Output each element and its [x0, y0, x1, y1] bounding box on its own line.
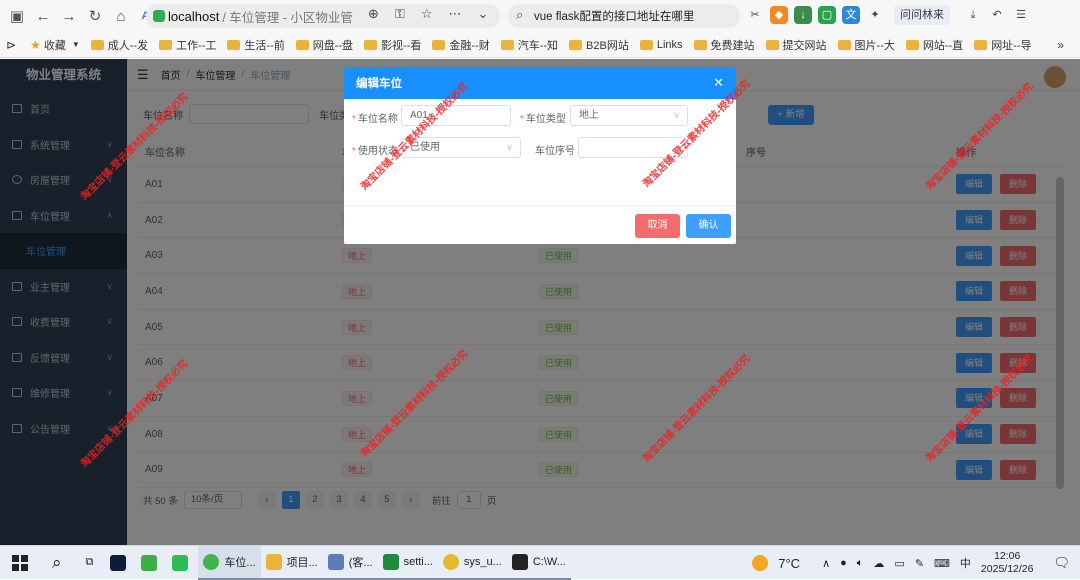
cloud-icon[interactable]: ☁︎ [873, 557, 884, 570]
bookmark-star-icon[interactable]: ☆ [421, 6, 433, 22]
address-title: / 车位管理 - 小区物业管 [222, 10, 353, 25]
wechat-icon[interactable] [167, 546, 198, 580]
search-query: vue flask配置的接口地址在哪里 [534, 11, 695, 23]
clock-date: 2025/12/26 [980, 563, 1034, 575]
address-host: localhost [168, 8, 220, 24]
taskbar-app-folder[interactable]: 项目... [260, 546, 323, 580]
taskbar-app-client[interactable]: (客... [322, 546, 378, 580]
folder-icon [569, 39, 583, 50]
back-icon[interactable]: ← [30, 8, 56, 25]
bookmark-folder[interactable]: 工作--工 [159, 37, 216, 53]
dialog-header: 编辑车位 ✕ [344, 67, 736, 99]
bookmark-folder[interactable]: 影视--看 [364, 37, 421, 53]
bookmark-folder[interactable]: 免费建站 [693, 37, 755, 53]
folder-icon [90, 39, 104, 50]
bookmarks-overflow-icon[interactable]: » [1057, 38, 1064, 52]
photoshop-icon[interactable] [105, 546, 136, 580]
weather-temp[interactable]: 7°C [778, 556, 800, 571]
bookmarks-bar: ⊳ ★ 收藏 ▼ 成人--发 工作--工 生活--前 网盘--盘 影视--看 金融-… [0, 32, 1080, 58]
bookmark-folder[interactable]: 金融--财 [432, 37, 490, 53]
task-view-icon[interactable]: ⧉ [74, 546, 106, 580]
forward-icon[interactable]: → [56, 8, 82, 25]
reload-icon[interactable]: ↻ [82, 7, 108, 25]
app-icon[interactable] [136, 546, 167, 580]
dialog-title: 编辑车位 [356, 78, 402, 90]
bookmark-favorites[interactable]: ★ 收藏 ▼ [30, 37, 80, 53]
bookmark-folder[interactable]: 网盘--盘 [295, 37, 353, 53]
key-icon[interactable]: ⚿ [395, 6, 405, 22]
chevron-down-icon: ∨ [673, 110, 680, 120]
scissors-icon[interactable]: ✂ [746, 6, 764, 24]
folder-icon [905, 39, 919, 50]
notification-icon[interactable]: 🗨︎ [1053, 555, 1070, 571]
more-icon[interactable]: ⋯ [448, 6, 461, 22]
windows-logo [12, 554, 28, 571]
cancel-button[interactable]: 取消 [635, 214, 680, 238]
folder-icon [295, 39, 309, 50]
secure-icon [153, 10, 165, 22]
folder-icon [639, 39, 653, 50]
folder-icon [227, 39, 241, 50]
ime-indicator[interactable]: 中 [960, 555, 971, 571]
folder-icon [432, 39, 446, 50]
bookmark-folder[interactable]: 网站--直 [905, 37, 963, 53]
qq-icon[interactable]: ● [840, 557, 847, 569]
taskbar: ⌕ ⧉ 车位... 项目... (客... setti... sys_u... … [0, 545, 1080, 580]
translate-extension-icon[interactable]: 文 [842, 6, 860, 24]
chevron-down-icon: ∨ [506, 142, 513, 152]
folder-icon [500, 39, 514, 50]
fox-extension-icon[interactable]: ◆ [770, 6, 788, 24]
home-icon[interactable]: ⌂ [108, 8, 134, 25]
bookmark-folder[interactable]: 生活--前 [227, 37, 285, 53]
download-icon[interactable]: ⤓ [964, 6, 982, 24]
bookmark-folder[interactable]: 网址--导 [974, 37, 1032, 53]
search-box[interactable]: ⌕ vue flask配置的接口地址在哪里 [508, 4, 740, 28]
undo-icon[interactable]: ↶ [988, 6, 1006, 24]
order-label: 车位序号 [535, 146, 575, 157]
folder-icon [364, 39, 378, 50]
chevron-up-icon[interactable]: ∧ [822, 557, 830, 570]
folder-icon [693, 39, 707, 50]
type-select[interactable]: 地上 ∨ [570, 105, 688, 126]
download-extension-icon[interactable]: ↓ [794, 6, 812, 24]
keyboard-icon[interactable]: ⌨ [934, 557, 950, 570]
sidebar-toggle-icon[interactable]: ▣ [4, 7, 30, 25]
volume-icon[interactable]: 🔈︎ [857, 557, 864, 570]
confirm-button[interactable]: 确认 [686, 214, 731, 238]
folder-icon [159, 39, 173, 50]
zoom-icon[interactable]: ⊕ [368, 6, 379, 22]
bookmark-folder[interactable]: 汽车--知 [500, 37, 558, 53]
star-icon: ★ [30, 37, 41, 52]
wenwen-button[interactable]: 问问林来 [894, 5, 950, 25]
clock-time: 12:06 [994, 550, 1021, 562]
bookmarks-sidebar-icon[interactable]: ⊳ [6, 38, 16, 52]
taskbar-app-cmd[interactable]: C:\W... [506, 546, 571, 580]
windows-start-icon[interactable] [0, 546, 40, 580]
search-icon[interactable]: ⌕ [40, 546, 74, 580]
bookmark-folder[interactable]: B2B网站 [569, 37, 629, 53]
pen-icon[interactable]: ✎ [915, 557, 924, 570]
chat-extension-icon[interactable]: ▢ [818, 6, 836, 24]
name-label: * 车位名称 [352, 114, 398, 125]
taskbar-app-pycharm[interactable]: setti... [377, 546, 438, 580]
chevron-down-icon[interactable]: ⌄ [477, 6, 488, 22]
folder-icon [974, 39, 988, 50]
taskbar-app-navicat[interactable]: sys_u... [437, 546, 507, 580]
taskbar-app-browser[interactable]: 车位... [198, 545, 261, 580]
bookmark-folder[interactable]: 成人--发 [90, 37, 148, 53]
close-icon[interactable]: ✕ [713, 75, 724, 91]
clock[interactable]: 12:06 2025/12/26 [981, 550, 1034, 576]
bookmark-folder[interactable]: Links [639, 39, 683, 51]
folder-icon [837, 39, 851, 50]
system-tray: 7°C ∧ ● 🔈︎ ☁︎ ▭ ✎ ⌨ 中 12:06 2025/12/26 🗨… [752, 546, 1080, 580]
puzzle-icon[interactable]: ✦ [866, 6, 884, 24]
type-label: * 车位类型 [520, 114, 566, 125]
bookmark-folder[interactable]: 图片--大 [837, 37, 895, 53]
menu-icon[interactable]: ☰ [1012, 6, 1030, 24]
weather-icon[interactable] [752, 555, 769, 571]
battery-icon[interactable]: ▭ [894, 557, 904, 570]
bookmark-folder[interactable]: 提交网站 [765, 37, 827, 53]
folder-icon [765, 39, 779, 50]
search-icon: ⌕ [516, 7, 524, 22]
